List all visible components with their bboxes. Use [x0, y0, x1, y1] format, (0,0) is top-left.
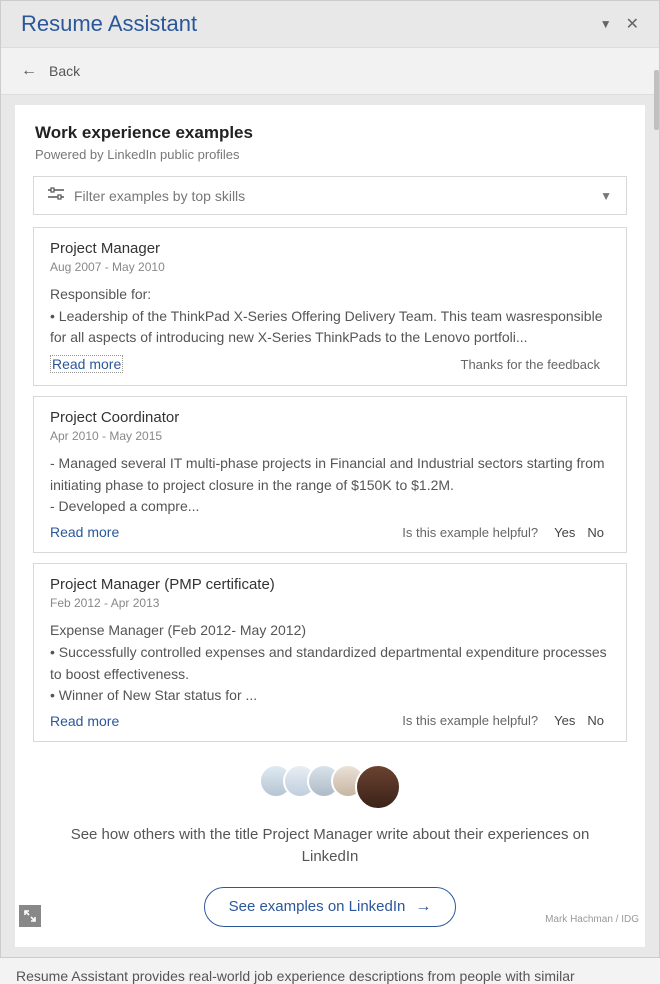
card-title: Project Manager	[50, 240, 610, 257]
back-button[interactable]: Back	[49, 63, 80, 79]
promo-text: See how others with the title Project Ma…	[15, 824, 645, 869]
experience-card: Project Manager Aug 2007 - May 2010 Resp…	[33, 227, 627, 386]
experience-card: Project Coordinator Apr 2010 - May 2015 …	[33, 396, 627, 553]
card-title: Project Coordinator	[50, 409, 610, 426]
avatar-stack	[15, 764, 645, 810]
back-arrow-icon[interactable]: ←	[21, 62, 37, 80]
feedback-no[interactable]: No	[587, 713, 604, 728]
content-area: Work experience examples Powered by Link…	[15, 105, 645, 947]
card-title: Project Manager (PMP certificate)	[50, 576, 610, 593]
avatar	[355, 764, 401, 810]
panel-title: Resume Assistant	[21, 11, 600, 37]
read-more-link[interactable]: Read more	[50, 355, 123, 373]
card-body: - Managed several IT multi-phase project…	[50, 453, 610, 518]
feedback-no[interactable]: No	[587, 525, 604, 540]
filter-dropdown[interactable]: Filter examples by top skills ▼	[33, 176, 627, 215]
read-more-link[interactable]: Read more	[50, 713, 119, 729]
feedback-thanks: Thanks for the feedback	[461, 357, 600, 372]
feedback-yes[interactable]: Yes	[554, 525, 575, 540]
feedback-yes[interactable]: Yes	[554, 713, 575, 728]
experience-card: Project Manager (PMP certificate) Feb 20…	[33, 563, 627, 742]
feedback-question: Is this example helpful?	[402, 713, 538, 728]
card-body: Responsible for: • Leadership of the Thi…	[50, 284, 610, 349]
expand-icon[interactable]	[19, 905, 41, 927]
scrollbar-thumb[interactable]	[654, 70, 659, 130]
dropdown-icon[interactable]: ▼	[600, 17, 612, 31]
card-dates: Feb 2012 - Apr 2013	[50, 596, 610, 610]
card-dates: Aug 2007 - May 2010	[50, 260, 610, 274]
close-icon[interactable]: ✕	[626, 14, 639, 34]
back-toolbar: ← Back	[1, 47, 659, 95]
filter-label: Filter examples by top skills	[74, 188, 600, 204]
card-dates: Apr 2010 - May 2015	[50, 429, 610, 443]
section-subtitle: Powered by LinkedIn public profiles	[35, 147, 625, 162]
see-examples-button[interactable]: See examples on LinkedIn →	[204, 887, 457, 927]
feedback-question: Is this example helpful?	[402, 525, 538, 540]
chevron-down-icon: ▼	[600, 189, 612, 203]
section-header: Work experience examples Powered by Link…	[15, 123, 645, 176]
cta-label: See examples on LinkedIn	[229, 898, 406, 915]
titlebar: Resume Assistant ▼ ✕	[1, 1, 659, 47]
sliders-icon	[48, 187, 64, 204]
card-body: Expense Manager (Feb 2012- May 2012) • S…	[50, 620, 610, 707]
read-more-link[interactable]: Read more	[50, 524, 119, 540]
arrow-right-icon: →	[415, 898, 431, 916]
section-heading: Work experience examples	[35, 123, 625, 143]
article-caption: Resume Assistant provides real-world job…	[0, 958, 660, 984]
image-credit: Mark Hachman / IDG	[545, 914, 639, 925]
resume-assistant-panel: Resume Assistant ▼ ✕ ← Back Work experie…	[0, 0, 660, 958]
